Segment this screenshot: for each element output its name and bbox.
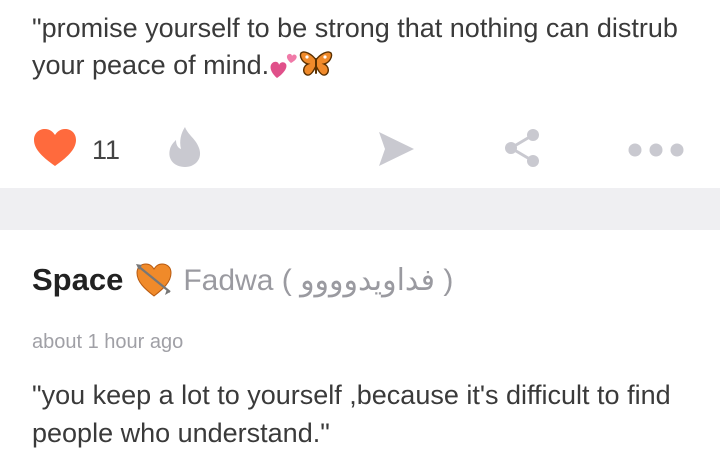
- flame-icon: [166, 126, 204, 173]
- more-options-button[interactable]: [627, 142, 685, 163]
- more-icon: [627, 142, 685, 163]
- comment-text: "you keep a lot to yourself ,because it'…: [32, 380, 671, 448]
- butterfly-icon: [299, 50, 333, 90]
- post-actions: 11: [0, 120, 720, 176]
- blog-name-link[interactable]: Space: [32, 262, 123, 298]
- boost-button[interactable]: [166, 126, 204, 173]
- heart-with-arrow-icon: [135, 262, 173, 298]
- send-icon: [376, 130, 416, 173]
- like-button[interactable]: 11: [32, 128, 120, 173]
- comment-header: Space Fadwa ( فداويدوووو ): [32, 262, 453, 298]
- comment-timestamp: about 1 hour ago: [32, 331, 184, 353]
- post-text-body: "promise yourself to be strong that noth…: [32, 13, 678, 80]
- share-icon: [503, 128, 541, 173]
- two-hearts-icon: [269, 50, 299, 90]
- post-text: "promise yourself to be strong that noth…: [32, 10, 702, 90]
- send-button[interactable]: [376, 130, 416, 173]
- author-name-link[interactable]: Fadwa ( فداويدوووو ): [183, 263, 453, 298]
- heart-icon: [32, 128, 78, 173]
- like-count: 11: [92, 135, 121, 165]
- share-button[interactable]: [503, 128, 541, 173]
- section-divider: [0, 188, 720, 230]
